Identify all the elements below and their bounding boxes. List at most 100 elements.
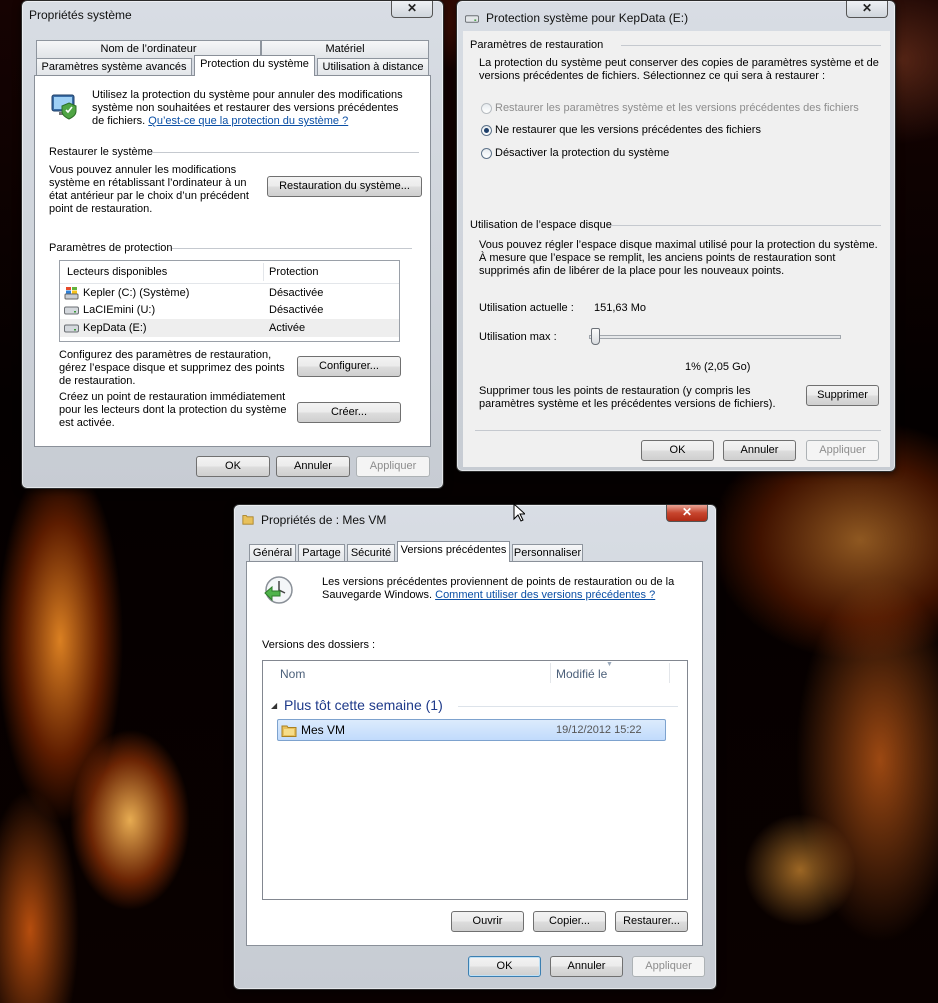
what-is-protection-link[interactable]: Qu’est-ce que la protection du système ?: [148, 115, 348, 127]
drives-header: Lecteurs disponibles Protection: [60, 261, 399, 284]
column-header-modified[interactable]: Modifié le: [556, 667, 607, 681]
table-row[interactable]: Kepler (C:) (Système) Désactivée: [60, 285, 399, 302]
restore-settings-heading: Paramètres de restauration: [470, 39, 604, 51]
tab-panel: Les versions précédentes proviennent de …: [246, 561, 703, 946]
restore-all-label[interactable]: Restaurer les paramètres système et les …: [495, 102, 859, 114]
create-text: Créez un point de restauration immédiate…: [59, 391, 287, 429]
item-name: Mes VM: [301, 723, 346, 737]
cancel-button[interactable]: Annuler: [550, 956, 623, 977]
window-title: Protection système pour KepData (E:): [486, 11, 689, 25]
divider: [172, 248, 412, 249]
tab-remote[interactable]: Utilisation à distance: [317, 58, 429, 76]
ok-button[interactable]: OK: [468, 956, 541, 977]
previous-versions-icon: [264, 576, 293, 604]
drives-list: Lecteurs disponibles Protection Kepler (…: [59, 260, 400, 342]
cancel-button[interactable]: Annuler: [723, 440, 796, 461]
item-date: 19/12/2012 15:22: [556, 724, 642, 736]
close-button[interactable]: ✕: [666, 505, 708, 522]
how-to-use-link[interactable]: Comment utiliser des versions précédente…: [435, 589, 655, 601]
table-row[interactable]: KepData (E:) Activée: [60, 319, 399, 337]
drive-status: Activée: [269, 322, 306, 334]
close-button[interactable]: ✕: [391, 1, 433, 18]
drive-icon: [64, 324, 79, 333]
drive-status: Désactivée: [269, 304, 324, 316]
title-bar[interactable]: Propriétés système: [22, 1, 443, 27]
drive-status: Désactivée: [269, 287, 324, 299]
close-button[interactable]: ✕: [846, 1, 888, 18]
title-bar[interactable]: Propriétés de : Mes VM: [234, 505, 716, 531]
column-separator: [550, 663, 551, 683]
disable-protection-label[interactable]: Désactiver la protection du système: [495, 147, 669, 159]
system-restore-button[interactable]: Restauration du système...: [267, 176, 422, 197]
tab-security[interactable]: Sécurité: [347, 544, 395, 562]
delete-button[interactable]: Supprimer: [806, 385, 879, 406]
max-usage-label: Utilisation max :: [479, 331, 557, 343]
current-usage-value: 151,63 Mo: [594, 302, 646, 314]
versions-list: Nom Modifié le ▼ ◢ Plus tôt cette semain…: [262, 660, 688, 900]
create-button[interactable]: Créer...: [297, 402, 401, 423]
group-collapse-icon[interactable]: ◢: [271, 701, 277, 710]
list-item[interactable]: Mes VM 19/12/2012 15:22: [277, 719, 666, 741]
drive-name: LaCIEmini (U:): [83, 304, 156, 316]
delete-points-text: Supprimer tous les points de restauratio…: [479, 385, 776, 410]
divider: [611, 225, 881, 226]
column-header-protection[interactable]: Protection: [269, 266, 319, 278]
restore-button[interactable]: Restaurer...: [615, 911, 688, 932]
divider: [621, 45, 881, 46]
copy-button[interactable]: Copier...: [533, 911, 606, 932]
list-header: Nom Modifié le ▼: [263, 661, 687, 685]
drive-icon: [465, 15, 479, 23]
restore-files-only-radio[interactable]: [481, 125, 492, 136]
column-separator: [669, 663, 670, 683]
cancel-button[interactable]: Annuler: [276, 456, 350, 477]
system-protection-icon: [51, 94, 77, 120]
tab-system-protection[interactable]: Protection du système: [194, 55, 315, 76]
ok-button[interactable]: OK: [196, 456, 270, 477]
disk-usage-heading: Utilisation de l’espace disque: [470, 219, 612, 231]
tab-general[interactable]: Général: [249, 544, 296, 562]
restore-all-radio[interactable]: [481, 103, 492, 114]
windows-drive-icon: [64, 287, 79, 300]
intro-text: Utilisez la protection du système pour a…: [92, 89, 403, 127]
column-header-drives[interactable]: Lecteurs disponibles: [67, 266, 167, 278]
column-separator: [263, 263, 264, 281]
drive-icon: [64, 306, 79, 315]
max-usage-slider[interactable]: [585, 327, 845, 347]
group-header[interactable]: Plus tôt cette semaine (1): [284, 697, 443, 713]
apply-button[interactable]: Appliquer: [356, 456, 430, 477]
apply-button[interactable]: Appliquer: [806, 440, 879, 461]
system-properties-window: Propriétés système ✕ Nom de l’ordinateur…: [21, 0, 444, 489]
window-title: Propriétés de : Mes VM: [261, 513, 387, 527]
apply-button[interactable]: Appliquer: [632, 956, 705, 977]
column-header-name[interactable]: Nom: [280, 667, 305, 681]
group-divider: [458, 706, 678, 707]
restore-heading: Restaurer le système: [49, 146, 153, 158]
current-usage-label: Utilisation actuelle :: [479, 302, 574, 314]
disable-protection-radio[interactable]: [481, 148, 492, 159]
configure-button[interactable]: Configurer...: [297, 356, 401, 377]
open-button[interactable]: Ouvrir: [451, 911, 524, 932]
divider: [475, 430, 881, 431]
protection-heading: Paramètres de protection: [49, 242, 173, 254]
divider: [149, 152, 419, 153]
title-bar[interactable]: Protection système pour KepData (E:): [457, 1, 895, 27]
restore-files-only-label[interactable]: Ne restaurer que les versions précédente…: [495, 124, 761, 136]
tab-previous-versions[interactable]: Versions précédentes: [397, 541, 510, 562]
configure-text: Configurez des paramètres de restauratio…: [59, 349, 285, 387]
table-row[interactable]: LaCIEmini (U:) Désactivée: [60, 302, 399, 319]
intro-text: Les versions précédentes proviennent de …: [322, 576, 675, 601]
tab-sharing[interactable]: Partage: [298, 544, 345, 562]
ok-button[interactable]: OK: [641, 440, 714, 461]
tab-advanced[interactable]: Paramètres système avancés: [36, 58, 192, 76]
tab-panel: Utilisez la protection du système pour a…: [34, 75, 431, 447]
max-usage-value: 1% (2,05 Go): [685, 361, 751, 373]
drive-name: KepData (E:): [83, 322, 147, 334]
slider-thumb[interactable]: [591, 328, 601, 345]
restore-text: Vous pouvez annuler les modifications sy…: [49, 164, 249, 215]
drive-name: Kepler (C:) (Système): [83, 287, 190, 299]
protection-settings-window: Protection système pour KepData (E:) ✕ P…: [456, 0, 896, 472]
folder-icon: [281, 725, 297, 737]
tab-customize[interactable]: Personnaliser: [512, 544, 583, 562]
restore-settings-text: La protection du système peut conserver …: [479, 57, 879, 82]
folder-versions-label: Versions des dossiers :: [262, 639, 376, 651]
